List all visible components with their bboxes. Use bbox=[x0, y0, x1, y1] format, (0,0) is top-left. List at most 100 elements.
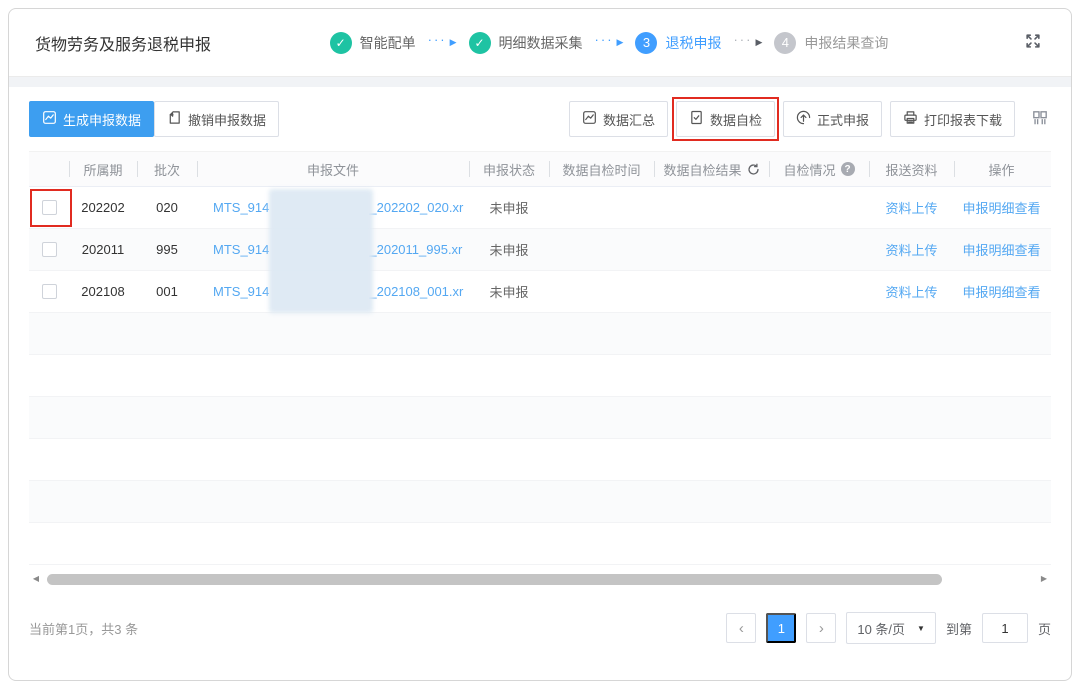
document-check-icon bbox=[689, 110, 704, 128]
chart-icon bbox=[582, 110, 597, 128]
status-cell: 未申报 bbox=[489, 201, 529, 216]
table-row: 202202 020 MTS_914 _202202_020.xr 未申报 资料上… bbox=[29, 187, 1051, 229]
horizontal-scrollbar: ◀ ▶ bbox=[29, 571, 1051, 587]
button-label: 生成申报数据 bbox=[63, 112, 142, 128]
step-connector: ··· ▶ bbox=[733, 33, 763, 49]
check-result-cell bbox=[654, 187, 769, 228]
declaration-file-link[interactable]: MTS_914 _202108_001.xr bbox=[213, 284, 463, 299]
data-summary-button[interactable]: 数据汇总 bbox=[568, 101, 668, 137]
declaration-file-link[interactable]: MTS_914 _202202_020.xr bbox=[213, 200, 463, 215]
data-selfcheck-button[interactable]: 数据自检 bbox=[675, 101, 775, 137]
header-checkbox-column bbox=[29, 152, 69, 186]
fullscreen-expand-icon bbox=[1024, 32, 1042, 53]
toolbar-right-group: 数据汇总 数据自检 正式申报 打印报表下载 bbox=[568, 97, 1051, 141]
file-suffix: _202108_001.xr bbox=[369, 284, 464, 299]
arrow-icon: ▶ bbox=[449, 37, 457, 47]
row-checkbox[interactable] bbox=[41, 200, 57, 215]
print-report-download-button[interactable]: 打印报表下载 bbox=[889, 101, 1015, 137]
refresh-icon[interactable] bbox=[747, 163, 760, 176]
row-checkbox-cell bbox=[29, 229, 69, 270]
step-connector: ··· ▶ bbox=[595, 33, 624, 49]
next-page-button[interactable]: › bbox=[806, 613, 837, 643]
header-label: 自检情况 bbox=[783, 162, 836, 178]
app-window: 货物劳务及服务退税申报 ✓ 智能配单 ··· ▶ ✓ 明细数据采集 ··· ▶ … bbox=[8, 8, 1072, 681]
goto-page-suffix: 页 bbox=[1037, 621, 1051, 637]
check-circle-icon: ✓ bbox=[468, 31, 491, 54]
step-label: 退税申报 bbox=[665, 34, 722, 51]
header-batch: 批次 bbox=[137, 152, 197, 186]
row-checkbox[interactable] bbox=[41, 284, 57, 299]
view-declaration-detail-link[interactable]: 申报明细查看 bbox=[962, 282, 1040, 301]
chevron-left-icon: ‹ bbox=[738, 619, 744, 637]
help-icon[interactable]: ? bbox=[840, 162, 855, 176]
header-check-time: 数据自检时间 bbox=[549, 152, 654, 186]
top-bar: 货物劳务及服务退税申报 ✓ 智能配单 ··· ▶ ✓ 明细数据采集 ··· ▶ … bbox=[9, 9, 1071, 77]
generate-declaration-button[interactable]: 生成申报数据 bbox=[29, 101, 155, 137]
fullscreen-button[interactable] bbox=[1021, 31, 1045, 55]
file-cell: MTS_914 _202011_995.xr bbox=[197, 229, 469, 270]
view-declaration-detail-link[interactable]: 申报明细查看 bbox=[962, 240, 1040, 259]
dots-icon: ··· bbox=[427, 32, 447, 47]
scrollbar-thumb[interactable] bbox=[47, 573, 942, 585]
scroll-right-arrow-icon[interactable]: ▶ bbox=[1037, 571, 1051, 587]
check-time-cell bbox=[549, 271, 654, 312]
main-content: 生成申报数据 撤销申报数据 数据汇总 数据自检 正式申报 打印报表下载 所属期 … bbox=[9, 87, 1071, 645]
action-cell: 申报明细查看 bbox=[954, 187, 1049, 228]
goto-page-input[interactable] bbox=[981, 613, 1028, 643]
header-check-result: 数据自检结果 bbox=[654, 152, 769, 186]
step-detail-collection: ✓ 明细数据采集 bbox=[468, 31, 583, 54]
button-label: 正式申报 bbox=[816, 112, 869, 128]
check-time-cell bbox=[549, 229, 654, 270]
table-row-empty bbox=[29, 439, 1051, 481]
status-cell: 未申报 bbox=[489, 243, 529, 258]
header-file: 申报文件 bbox=[197, 152, 469, 186]
table-row-empty bbox=[29, 523, 1051, 565]
formal-declaration-button[interactable]: 正式申报 bbox=[782, 101, 882, 137]
header-materials: 报送资料 bbox=[869, 152, 954, 186]
pagination-controls: ‹ 1 › 10 条/页 ▼ 到第 页 bbox=[726, 612, 1051, 644]
toolbar: 生成申报数据 撤销申报数据 数据汇总 数据自检 正式申报 打印报表下载 bbox=[29, 97, 1051, 141]
file-prefix: MTS_914 bbox=[213, 242, 270, 257]
printer-icon bbox=[903, 110, 918, 128]
table-row: 202011 995 MTS_914 _202011_995.xr 未申报 资料上… bbox=[29, 229, 1051, 271]
header-period: 所属期 bbox=[69, 152, 137, 186]
section-divider bbox=[9, 77, 1071, 87]
button-label: 数据汇总 bbox=[602, 112, 655, 128]
file-suffix: _202202_020.xr bbox=[369, 200, 464, 215]
period-cell: 202011 bbox=[81, 242, 125, 257]
page-size-select[interactable]: 10 条/页 ▼ bbox=[846, 612, 936, 644]
header-action: 操作 bbox=[954, 152, 1049, 186]
table-row-empty bbox=[29, 481, 1051, 523]
button-label: 打印报表下载 bbox=[923, 112, 1002, 128]
revoke-declaration-button[interactable]: 撤销申报数据 bbox=[154, 101, 280, 137]
view-declaration-detail-link[interactable]: 申报明细查看 bbox=[962, 198, 1040, 217]
materials-cell: 资料上传 bbox=[869, 187, 954, 228]
button-label: 数据自检 bbox=[709, 112, 762, 128]
column-settings-button[interactable] bbox=[1029, 109, 1051, 130]
check-state-cell bbox=[769, 229, 869, 270]
row-checkbox-cell bbox=[29, 187, 72, 228]
scroll-left-arrow-icon[interactable]: ◀ bbox=[29, 571, 43, 587]
step-connector: ··· ▶ bbox=[427, 32, 457, 49]
button-label: 撤销申报数据 bbox=[188, 112, 267, 128]
table-row-empty bbox=[29, 313, 1051, 355]
header-status: 申报状态 bbox=[469, 152, 549, 186]
pagination-summary: 当前第1页，共3 条 bbox=[29, 621, 139, 637]
column-settings-icon bbox=[1031, 109, 1049, 130]
file-cell: MTS_914 _202108_001.xr bbox=[197, 271, 469, 312]
upload-materials-link[interactable]: 资料上传 bbox=[885, 198, 937, 217]
declaration-file-link[interactable]: MTS_914 _202011_995.xr bbox=[213, 242, 462, 257]
row-checkbox[interactable] bbox=[41, 242, 57, 257]
selfcheck-highlight-wrap: 数据自检 bbox=[671, 97, 779, 141]
arrow-icon: ▶ bbox=[755, 37, 763, 47]
batch-cell: 995 bbox=[156, 242, 178, 257]
prev-page-button[interactable]: ‹ bbox=[726, 613, 757, 643]
redacted-gap bbox=[269, 249, 369, 250]
upload-materials-link[interactable]: 资料上传 bbox=[885, 282, 937, 301]
row-checkbox-cell bbox=[29, 271, 69, 312]
current-page-button[interactable]: 1 bbox=[766, 613, 797, 643]
table-row: 202108 001 MTS_914 _202108_001.xr 未申报 资料上… bbox=[29, 271, 1051, 313]
step-number-circle: 3 bbox=[635, 31, 658, 54]
step-label: 申报结果查询 bbox=[804, 34, 889, 51]
upload-materials-link[interactable]: 资料上传 bbox=[885, 240, 937, 259]
